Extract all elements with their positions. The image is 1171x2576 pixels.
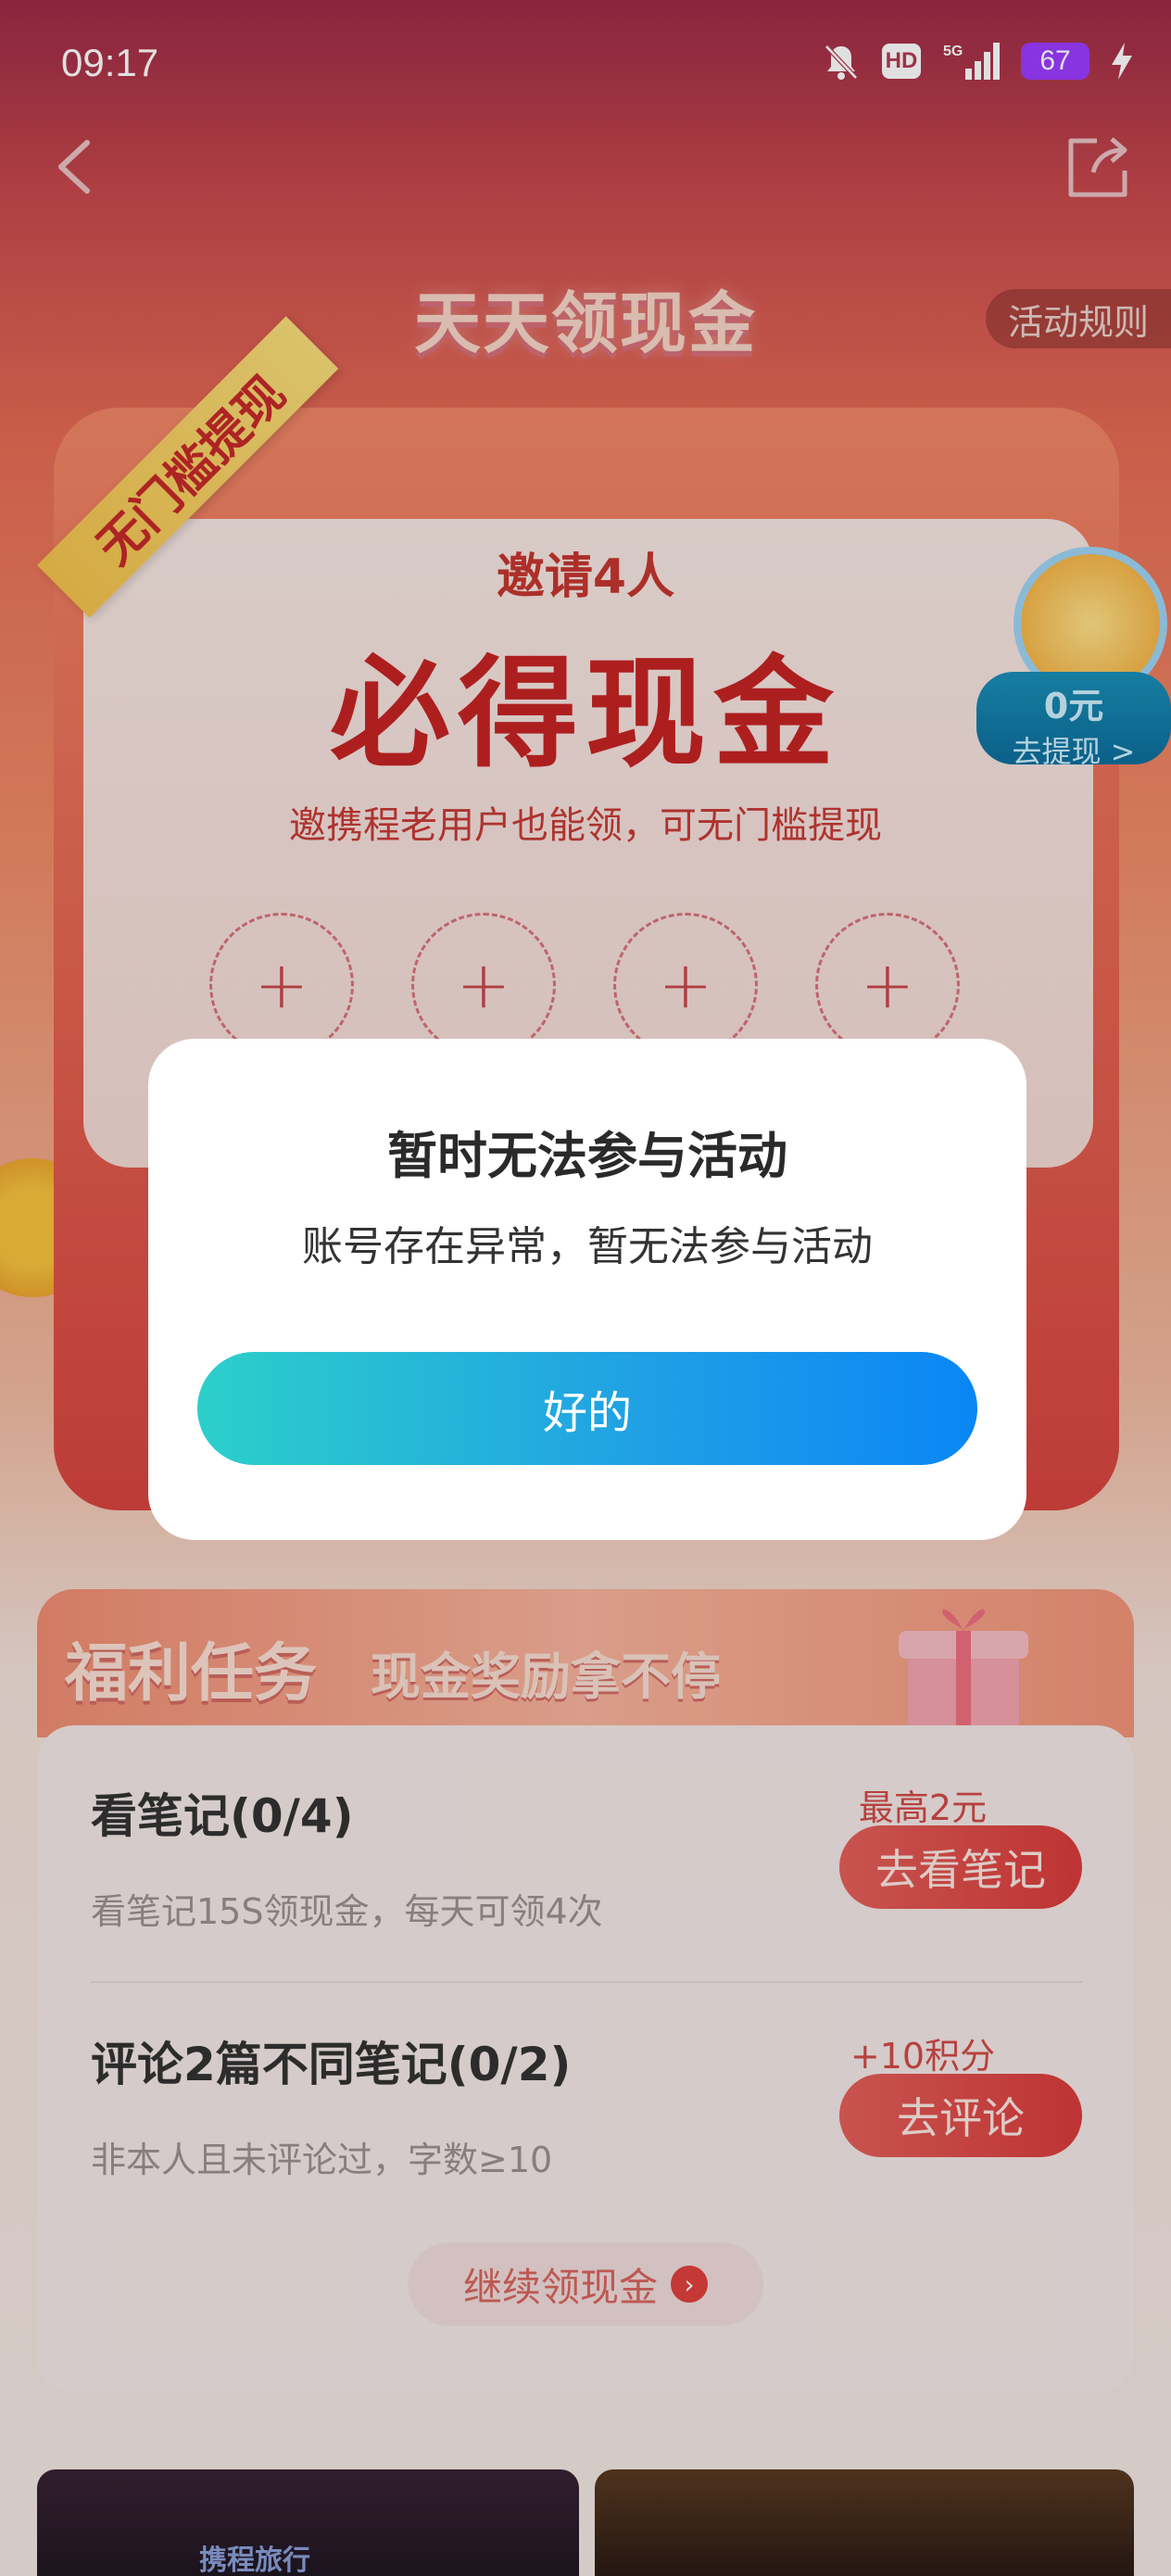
page: 09:17 HD 5G 67 天天领现金 活动规则 无门槛提现 邀请4人 必得现… xyxy=(0,0,1171,2576)
confirm-button[interactable]: 好的 xyxy=(197,1352,977,1465)
dialog-message: 账号存在异常，暂无法参与活动 xyxy=(302,1223,873,1270)
alert-dialog: 暂时无法参与活动 账号存在异常，暂无法参与活动 好的 xyxy=(148,1039,1026,1540)
dialog-title: 暂时无法参与活动 xyxy=(387,1127,787,1185)
